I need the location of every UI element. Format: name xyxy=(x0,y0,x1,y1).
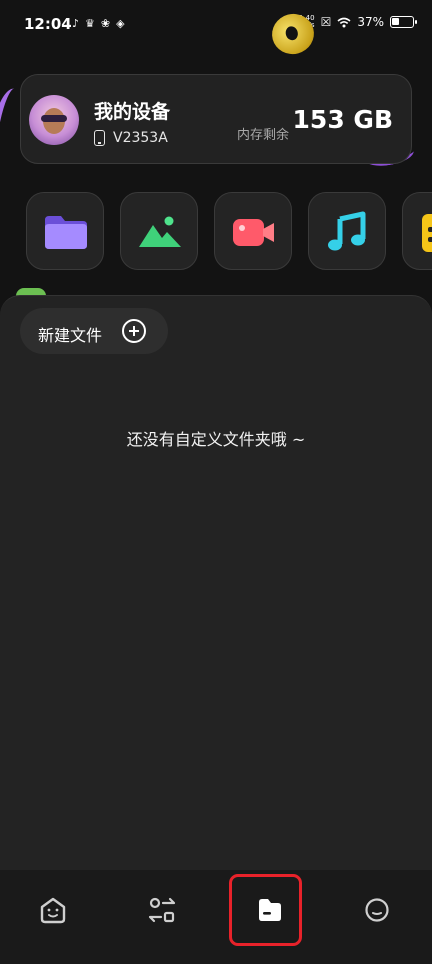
tiktok-icon: ♪ xyxy=(72,17,80,30)
status-bar: 12:04 ♪ ♛ ❀ ◈ ▮ 1.40 KB/s ☒ 37% xyxy=(0,0,432,50)
document-icon xyxy=(422,214,432,252)
my-device-card[interactable]: 我的设备 V2353A 内存剩余 153 GB xyxy=(20,74,412,164)
pinwheel-icon: ❀ xyxy=(100,17,111,30)
status-left-icons: ♪ ♛ ❀ ◈ xyxy=(72,17,125,30)
device-title: 我的设备 xyxy=(94,101,171,123)
music-icon xyxy=(328,211,366,251)
transfer-icon xyxy=(148,897,176,923)
profile-icon xyxy=(365,898,389,922)
nav-profile[interactable] xyxy=(355,888,399,932)
device-model-row: V2353A xyxy=(94,130,168,146)
selected-tab-highlight xyxy=(229,874,302,946)
battery-percent: 37% xyxy=(357,15,384,29)
storage-value: 153 GB xyxy=(292,105,393,134)
category-folder[interactable] xyxy=(26,192,104,270)
category-document[interactable] xyxy=(402,192,432,270)
image-icon xyxy=(139,216,181,247)
video-icon xyxy=(233,219,274,246)
folder-icon xyxy=(45,216,87,249)
crown-icon: ♛ xyxy=(85,17,95,30)
category-video[interactable] xyxy=(214,192,292,270)
avatar-glasses xyxy=(41,115,67,122)
category-row xyxy=(26,192,432,270)
empty-folders-message: 还没有自定义文件夹哦 ~ xyxy=(126,430,306,449)
nav-home[interactable] xyxy=(31,888,75,932)
new-file-button[interactable]: 新建文件 xyxy=(20,308,168,354)
home-face-icon xyxy=(40,897,66,924)
nav-transfer[interactable] xyxy=(140,888,184,932)
leaf-icon: ◈ xyxy=(116,17,125,30)
device-model: V2353A xyxy=(113,130,168,146)
battery-icon xyxy=(390,16,417,28)
category-image[interactable] xyxy=(120,192,198,270)
category-music[interactable] xyxy=(308,192,386,270)
add-circle-icon xyxy=(122,319,146,343)
storage-label: 内存剩余 xyxy=(237,128,290,143)
main-panel xyxy=(0,295,432,875)
sim-icon: ☒ xyxy=(320,15,332,29)
avatar xyxy=(29,95,79,145)
status-time: 12:04 xyxy=(24,15,72,33)
screen: 12:04 ♪ ♛ ❀ ◈ ▮ 1.40 KB/s ☒ 37% xyxy=(0,0,432,964)
battery-fill xyxy=(392,18,399,25)
phone-icon xyxy=(94,130,105,146)
wifi-icon xyxy=(337,17,351,27)
new-file-label: 新建文件 xyxy=(38,326,103,345)
bottom-nav xyxy=(0,870,432,964)
